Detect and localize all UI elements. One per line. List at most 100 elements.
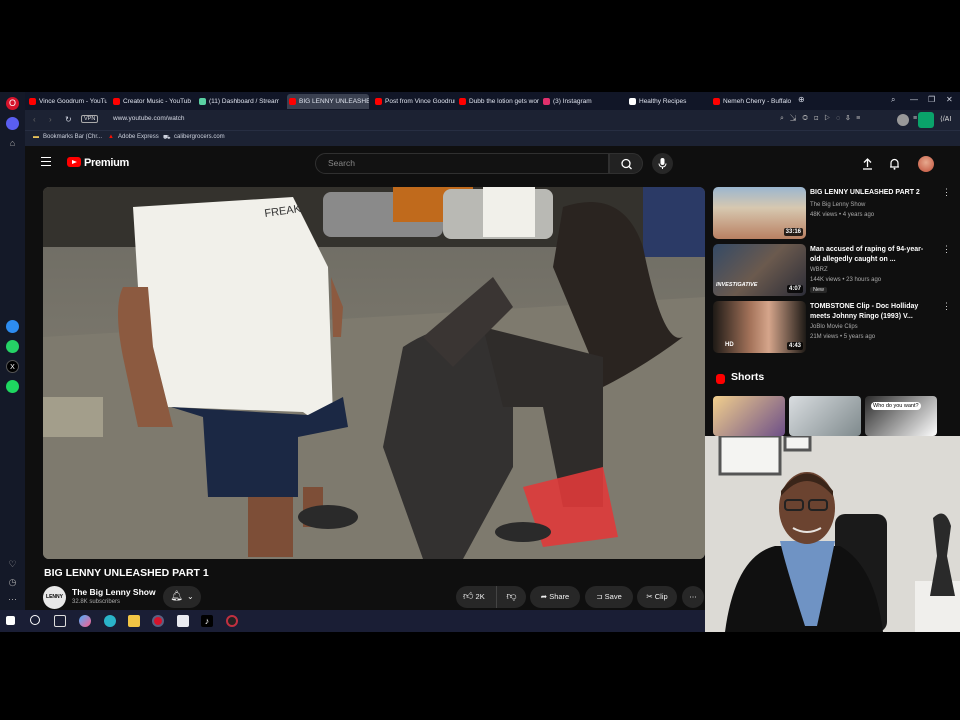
tab-3[interactable]: BIG LENNY UNLEASHED	[287, 94, 369, 109]
back-icon[interactable]: ‹	[33, 115, 36, 124]
search-input[interactable]: Search	[315, 153, 609, 174]
rec-more-icon[interactable]: ⋮	[942, 244, 951, 255]
bell-icon[interactable]	[888, 157, 901, 170]
tab-label: Nemeh Cherry - Buffalo St	[723, 98, 791, 105]
wallet-icon[interactable]	[918, 112, 934, 128]
bookmark-item-0[interactable]: Bookmarks Bar (Chr...	[43, 134, 102, 140]
save-button[interactable]: ⊐ Save	[585, 586, 633, 608]
history-icon[interactable]: ◷	[6, 576, 19, 589]
rec-item[interactable]: 33:16 BIG LENNY UNLEASHED PART 2 The Big…	[713, 187, 953, 241]
more-icon[interactable]: ⋯	[6, 593, 19, 606]
tab-2[interactable]: (11) Dashboard / Streamin	[197, 94, 279, 109]
url-field[interactable]: www.youtube.com/watch	[113, 115, 185, 122]
forward-icon[interactable]: ›	[49, 115, 52, 124]
tab-1[interactable]: Creator Music - YouTube	[111, 94, 191, 109]
rec-title[interactable]: Man accused of raping of 94-year-old all…	[810, 245, 930, 265]
bell-icon: 🔔︎	[170, 591, 183, 602]
rec-thumbnail[interactable]: INVESTIGATIVE 4:07	[713, 244, 806, 296]
clip-button[interactable]: ✂ Clip	[637, 586, 677, 608]
windows-taskbar: ♪	[0, 610, 705, 632]
tab-7[interactable]: Healthy Recipes	[627, 94, 705, 109]
rec-channel[interactable]: JoBlo Movie Clips	[810, 322, 858, 332]
spotify-icon[interactable]	[6, 380, 19, 393]
reload-icon[interactable]: ↻	[65, 115, 72, 124]
tab-favicon-icon	[629, 98, 636, 105]
channel-name[interactable]: The Big Lenny Show	[72, 587, 156, 597]
copilot-icon[interactable]	[79, 615, 91, 627]
new-tab-icon[interactable]: ⊕	[798, 95, 805, 104]
hamburger-menu-icon[interactable]	[41, 157, 51, 166]
youtube-brand[interactable]: Premium	[84, 157, 129, 169]
edge-icon[interactable]	[104, 615, 116, 627]
task-view-icon[interactable]	[54, 615, 66, 627]
minimize-icon[interactable]: —	[910, 95, 918, 104]
tab-favicon-icon	[459, 98, 466, 105]
upload-icon[interactable]	[861, 157, 874, 170]
profile-avatar[interactable]	[897, 114, 909, 126]
opera-taskbar-icon[interactable]	[152, 615, 164, 627]
opera-logo-icon[interactable]: O	[6, 97, 19, 110]
tab-label: Dubb the lotion gets wor	[469, 98, 539, 105]
rec-item[interactable]: HD 4:43 TOMBSTONE Clip - Doc Holliday me…	[713, 301, 953, 355]
video-player[interactable]: FREAK	[43, 187, 705, 559]
tab-0[interactable]: Vince Goodrum - YouTube	[27, 94, 107, 109]
more-actions-button[interactable]: ⋯	[682, 586, 704, 608]
close-window-icon[interactable]: ✕	[946, 95, 953, 104]
ai-icon[interactable]: ⟨/AI	[940, 115, 951, 123]
heart-icon[interactable]: ♡	[6, 558, 19, 571]
search-tabs-icon[interactable]: ⌕	[891, 95, 895, 105]
tab-4[interactable]: Post from Vince Goodrum	[373, 94, 455, 109]
tiktok-icon[interactable]: ♪	[201, 615, 213, 627]
share-label: Share	[549, 592, 570, 601]
rec-title[interactable]: BIG LENNY UNLEASHED PART 2	[810, 188, 930, 198]
dislike-button[interactable]: 👎︎	[496, 586, 526, 608]
voice-search-button[interactable]	[652, 153, 673, 174]
tab-6[interactable]: (3) Instagram	[541, 94, 613, 109]
bookmark-item-2[interactable]: calibergrocers.com	[174, 134, 225, 140]
tab-label: Creator Music - YouTube	[123, 98, 191, 105]
short-thumbnail[interactable]: Who do you want?	[865, 396, 937, 436]
search-button[interactable]	[609, 153, 643, 174]
extensions-bar: ⌕⇲◎⊡▷◌⇩≡	[780, 115, 867, 122]
calendar-icon[interactable]	[177, 615, 189, 627]
rec-more-icon[interactable]: ⋮	[942, 301, 951, 312]
windows-start-icon[interactable]	[6, 616, 15, 625]
rec-thumbnail[interactable]: 33:16	[713, 187, 806, 239]
rec-title[interactable]: TOMBSTONE Clip - Doc Holliday meets John…	[810, 302, 930, 322]
notification-bell-button[interactable]: 🔔︎ ⌄	[163, 586, 201, 608]
obs-icon[interactable]	[226, 615, 238, 627]
messenger-icon[interactable]	[6, 320, 19, 333]
tab-favicon-icon	[113, 98, 120, 105]
channel-avatar[interactable]: LENNY	[43, 586, 66, 609]
shorts-icon	[716, 374, 725, 384]
x-twitter-icon[interactable]: X	[6, 360, 19, 373]
rec-thumbnail[interactable]: HD 4:43	[713, 301, 806, 353]
rec-channel[interactable]: WBRZ	[810, 265, 828, 275]
address-bar: ‹ › ↻ VPN www.youtube.com/watch ⌕⇲◎⊡▷◌⇩≡…	[25, 110, 960, 130]
tab-8[interactable]: Nemeh Cherry - Buffalo St	[711, 94, 791, 109]
tab-label: (11) Dashboard / Streamin	[209, 98, 279, 105]
rec-item[interactable]: INVESTIGATIVE 4:07 Man accused of raping…	[713, 244, 953, 298]
rec-more-icon[interactable]: ⋮	[942, 187, 951, 198]
easy-setup-icon[interactable]: ≡	[913, 115, 917, 122]
rec-channel[interactable]: The Big Lenny Show	[810, 200, 865, 210]
search-icon[interactable]	[30, 615, 40, 625]
tab-favicon-icon	[289, 98, 296, 105]
home-icon[interactable]: ⌂	[6, 137, 19, 150]
whatsapp-icon[interactable]	[6, 340, 19, 353]
vpn-badge[interactable]: VPN	[81, 115, 99, 123]
aria-icon[interactable]	[6, 117, 19, 130]
maximize-icon[interactable]: ❐	[928, 95, 935, 104]
rec-meta: 48K views • 4 years ago	[810, 212, 875, 218]
account-avatar[interactable]	[918, 156, 934, 172]
share-button[interactable]: ➦ Share	[530, 586, 580, 608]
tab-5[interactable]: Dubb the lotion gets wor	[457, 94, 539, 109]
like-button[interactable]: 👍︎ 2K	[456, 586, 496, 608]
adobe-icon: ▲	[108, 134, 114, 140]
bookmark-item-1[interactable]: Adobe Express	[118, 134, 159, 140]
tab-bar: ⌕ — ❐ ✕ ⊕ Vince Goodrum - YouTube Creator…	[25, 92, 960, 110]
short-thumbnail[interactable]	[713, 396, 785, 436]
short-thumbnail[interactable]	[789, 396, 861, 436]
file-explorer-icon[interactable]	[128, 615, 140, 627]
youtube-logo-icon[interactable]	[67, 157, 81, 167]
